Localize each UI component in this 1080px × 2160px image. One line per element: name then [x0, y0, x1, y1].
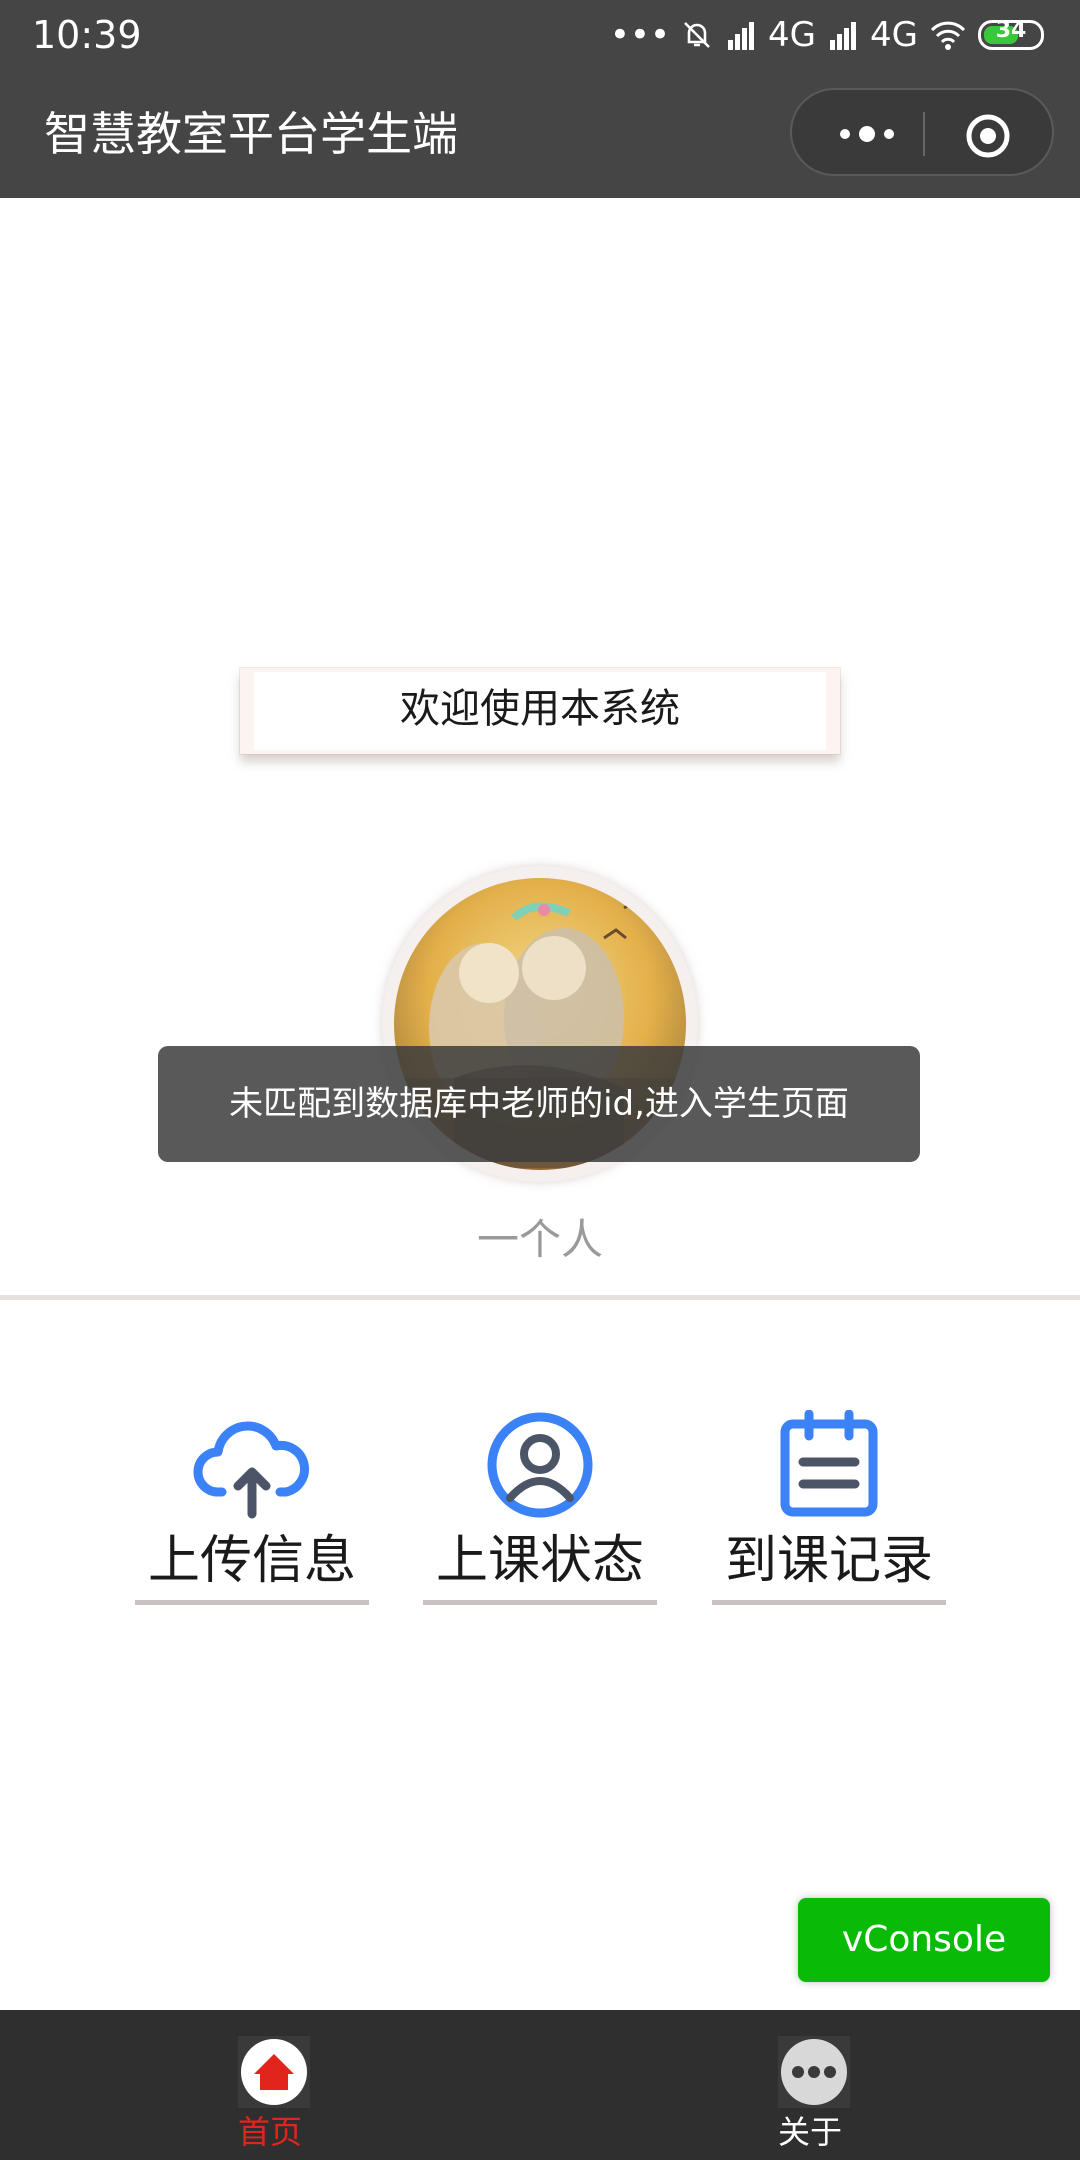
menu-label: 上传信息 — [147, 1531, 356, 1591]
battery-level: 34 — [995, 18, 1027, 43]
wifi-icon — [930, 21, 966, 50]
tab-about[interactable]: 关于 — [710, 2024, 910, 2154]
menu-underline — [423, 1600, 657, 1605]
signal-icon-2 — [830, 22, 857, 50]
calendar-icon — [780, 1410, 878, 1517]
page-title: 智慧教室平台学生端 — [44, 107, 458, 161]
tab-label-about: 关于 — [777, 2113, 842, 2151]
menu-attendance-record[interactable]: 到课记录 — [712, 1410, 946, 1606]
vconsole-button[interactable]: vConsole — [798, 1898, 1050, 1982]
status-icons: ••• 4G 4G 34 — [610, 12, 1044, 58]
toast-message: 未匹配到数据库中老师的id,进入学生页面 — [158, 1046, 920, 1162]
home-icon — [238, 2036, 310, 2108]
cloud-upload-icon — [193, 1421, 310, 1519]
user-circle-icon — [487, 1412, 593, 1518]
tab-home[interactable]: 首页 — [170, 2024, 370, 2154]
nickname: 一个人 — [476, 1215, 603, 1264]
menu-label: 到课记录 — [724, 1531, 933, 1591]
status-bar: 10:39 ••• 4G 4G 34 — [0, 0, 1080, 70]
tab-label-home: 首页 — [237, 2113, 302, 2151]
battery-icon: 34 — [978, 18, 1044, 50]
mute-bell-icon — [684, 22, 710, 48]
more-dots-icon: ••• — [609, 15, 671, 55]
tab-bar: 首页 关于 — [0, 2010, 1080, 2160]
menu-upload-info[interactable]: 上传信息 — [135, 1410, 369, 1606]
signal-icon — [728, 22, 755, 50]
section-divider — [0, 1295, 1080, 1300]
welcome-card: 欢迎使用本系统 — [240, 668, 840, 754]
miniprogram-capsule — [790, 88, 1054, 176]
more-icon — [778, 2036, 850, 2108]
welcome-text: 欢迎使用本系统 — [400, 686, 680, 732]
menu-underline — [135, 1600, 369, 1605]
menu-class-status[interactable]: 上课状态 — [423, 1410, 657, 1606]
close-miniprogram-icon[interactable] — [964, 112, 1012, 160]
menu-underline — [712, 1600, 946, 1605]
status-time: 10:39 — [32, 13, 142, 57]
more-options-icon[interactable] — [834, 114, 900, 154]
menu-label: 上课状态 — [435, 1531, 644, 1591]
network-label-2: 4G — [870, 15, 918, 55]
capsule-divider — [923, 112, 925, 156]
network-label-1: 4G — [768, 15, 817, 55]
